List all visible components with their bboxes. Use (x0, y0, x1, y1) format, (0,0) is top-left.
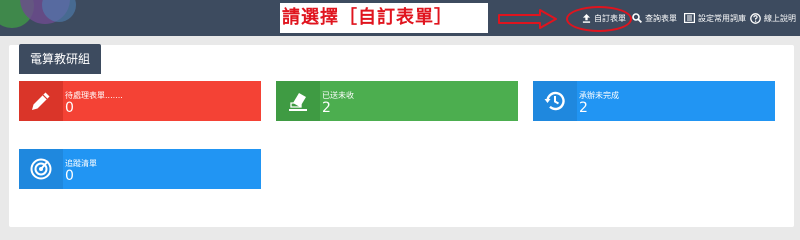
card-icon-box (19, 81, 63, 121)
instruction-notice: 請選擇［自訂表單］ (280, 3, 488, 33)
arrow-right-icon (498, 9, 557, 29)
nav-custom-form[interactable]: 自訂表單 (582, 10, 626, 26)
question-circle-icon (750, 12, 761, 24)
card-pending-forms[interactable]: 待處理表單....... 0 (19, 81, 261, 121)
nav-common-terms-label: 設定常用詞庫 (698, 13, 746, 23)
card-undertaking-incomplete[interactable]: 承辦未完成 2 (533, 81, 775, 121)
radar-icon (30, 158, 52, 180)
nav-common-terms[interactable]: 設定常用詞庫 (684, 10, 746, 26)
nav-query-form[interactable]: 查詢表單 (632, 10, 677, 26)
card-tracking-list[interactable]: 追蹤清單 0 (19, 149, 261, 189)
card-icon-box (276, 81, 320, 121)
card-count: 2 (322, 100, 331, 116)
pencil-icon (32, 92, 50, 110)
nav-query-form-label: 查詢表單 (645, 13, 677, 23)
card-count: 0 (65, 168, 74, 184)
dashboard-panel (9, 45, 794, 227)
nav-custom-form-label: 自訂表單 (594, 13, 626, 23)
book-icon (684, 13, 695, 23)
search-icon (632, 13, 642, 23)
card-count: 0 (65, 100, 74, 116)
card-icon-box (19, 149, 63, 189)
card-count: 2 (579, 100, 588, 116)
panel-title: 電算教研組 (19, 44, 101, 74)
card-sent-not-received[interactable]: 已送未收 2 (276, 81, 518, 121)
history-icon (544, 91, 565, 111)
nav-online-help-label: 線上說明 (764, 13, 796, 23)
upload-icon (582, 13, 591, 23)
card-icon-box (533, 81, 577, 121)
eraser-icon (289, 93, 307, 111)
nav-online-help[interactable]: 線上說明 (750, 10, 796, 26)
